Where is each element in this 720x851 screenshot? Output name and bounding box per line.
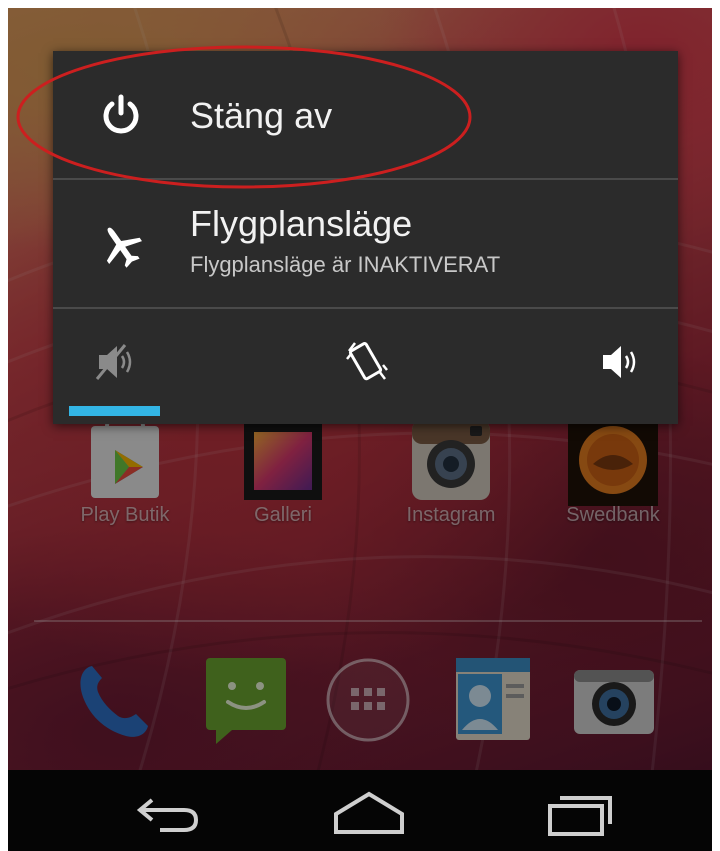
power-off-option[interactable]: Stäng av [53,51,678,178]
navigation-bar [8,770,712,851]
power-menu: Stäng av Flygplansläge Flygplansläge är … [53,51,678,424]
home-button[interactable] [324,780,414,840]
power-off-label: Stäng av [190,95,333,136]
airplane-icon [106,227,142,268]
selected-sound-mode-indicator [69,406,160,416]
sound-on-icon [603,346,636,378]
sound-on-mode-button[interactable] [567,337,677,387]
vibrate-icon [346,342,388,381]
silent-icon [95,344,132,380]
vibrate-mode-button[interactable] [311,337,421,387]
airplane-mode-status: Flygplansläge är INAKTIVERAT [190,252,501,277]
airplane-mode-option[interactable]: Flygplansläge Flygplansläge är INAKTIVER… [53,180,678,307]
silent-mode-button[interactable] [59,337,169,387]
phone-screen: Play Butik Galleri Instagram Swedbank St… [0,0,720,851]
recent-apps-icon [548,796,612,836]
back-button[interactable] [120,780,210,840]
home-icon [334,791,404,834]
power-icon [103,94,139,134]
airplane-mode-title: Flygplansläge [190,203,413,244]
back-icon [136,798,199,832]
recent-apps-button[interactable] [534,780,624,840]
sound-mode-selector [53,309,678,424]
